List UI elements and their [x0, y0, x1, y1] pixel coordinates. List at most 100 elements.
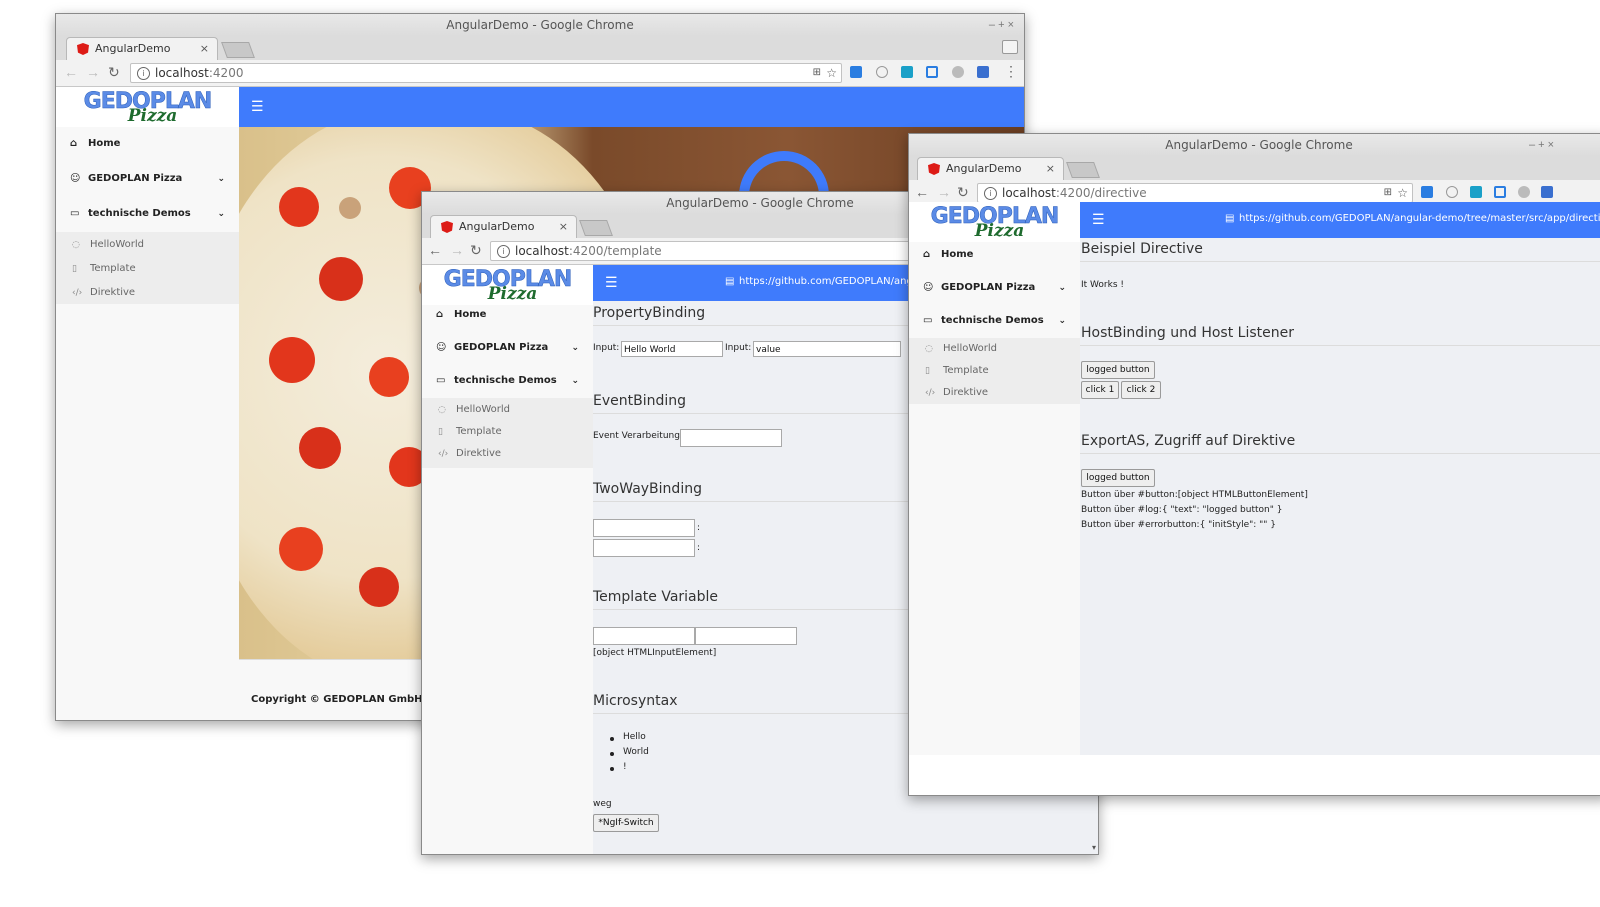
github-link[interactable]: https://github.com/GEDOPLAN/angular-demo… — [1239, 213, 1600, 224]
sidebar-item-helloworld[interactable]: ◌ HelloWorld — [909, 338, 1080, 360]
extension-icon[interactable] — [1494, 186, 1506, 198]
laptop-icon: ▭ — [70, 208, 80, 219]
sidebar-item-template[interactable]: ▯ Template — [56, 258, 239, 280]
top-navbar: ☰ ▤ https://github.com/GEDOPLAN/angular-… — [1080, 202, 1600, 238]
nav-gedoplan-pizza[interactable]: ☺ GEDOPLAN Pizza ⌄ — [422, 331, 593, 365]
nav-gedoplan-pizza[interactable]: ☺ GEDOPLAN Pizza ⌄ — [56, 162, 239, 196]
nav-technische-demos[interactable]: ▭ technische Demos ⌄ — [56, 197, 239, 231]
logged-button[interactable]: logged button — [1081, 361, 1155, 379]
sidebar-item-helloworld[interactable]: ◌ HelloWorld — [56, 234, 239, 256]
translate-icon[interactable]: ⊞ — [813, 64, 821, 82]
forward-icon[interactable]: → — [937, 184, 951, 200]
shield-icon[interactable] — [876, 66, 888, 78]
close-icon[interactable]: × — [200, 38, 209, 60]
address-bar[interactable]: i localhost:4200 ☆ ⊞ — [130, 63, 842, 83]
click-2-button[interactable]: click 2 — [1121, 381, 1161, 399]
event-input[interactable] — [680, 429, 782, 447]
browser-window-directive: AngularDemo - Google Chrome – + × Angula… — [908, 133, 1600, 796]
code-icon: ‹/› — [72, 288, 83, 298]
sidebar-item-template[interactable]: ▯ Template — [422, 421, 593, 443]
gedoplan-logo[interactable]: GEDOPLAN Pizza — [56, 87, 239, 127]
extension-icon[interactable] — [1421, 186, 1433, 198]
gedoplan-logo[interactable]: GEDOPLAN Pizza — [909, 202, 1080, 242]
extension-icon[interactable] — [1541, 186, 1553, 198]
nav-label: technische Demos — [941, 315, 1044, 326]
sidebar-item-direktive[interactable]: ‹/› Direktive — [56, 282, 239, 304]
input-label: Input: — [593, 343, 620, 353]
extension-icon[interactable] — [952, 66, 964, 78]
reload-icon[interactable]: ↻ — [957, 184, 969, 201]
chevron-down-icon: ⌄ — [1058, 316, 1066, 326]
extension-icon[interactable] — [1470, 186, 1482, 198]
nav-gedoplan-pizza[interactable]: ☺ GEDOPLAN Pizza ⌄ — [909, 271, 1080, 305]
close-icon[interactable]: × — [559, 216, 568, 238]
nav-home[interactable]: ⌂ Home — [909, 238, 1080, 272]
nav-technische-demos[interactable]: ▭ technische Demos ⌄ — [909, 304, 1080, 338]
input-label: Input: — [725, 343, 752, 353]
back-icon[interactable]: ← — [428, 242, 442, 258]
extension-icon[interactable] — [1518, 186, 1530, 198]
directive-output: It Works ! — [1081, 280, 1124, 290]
nav-home[interactable]: ⌂ Home — [422, 298, 593, 332]
click-1-button[interactable]: click 1 — [1081, 381, 1119, 399]
reload-icon[interactable]: ↻ — [470, 242, 482, 259]
forward-icon[interactable]: → — [450, 242, 464, 258]
home-icon: ⌂ — [436, 309, 444, 320]
tab-strip: AngularDemo × — [909, 156, 1600, 180]
colon-text: : — [697, 543, 701, 553]
browser-tab[interactable]: AngularDemo × — [430, 215, 577, 238]
address-bar[interactable]: i localhost:4200/directive ☆ ⊞ — [977, 183, 1413, 203]
extension-icon[interactable] — [901, 66, 913, 78]
browser-tab[interactable]: AngularDemo × — [66, 37, 218, 60]
window-controls[interactable]: – + × — [1529, 134, 1554, 156]
forward-icon[interactable]: → — [86, 64, 100, 80]
hamburger-icon[interactable]: ☰ — [251, 98, 264, 115]
input-field[interactable]: Hello World — [621, 341, 723, 357]
sub-label: Direktive — [943, 387, 989, 398]
nav-technische-demos[interactable]: ▭ technische Demos ⌄ — [422, 364, 593, 398]
export-logged-button[interactable]: logged button — [1081, 469, 1155, 487]
templatevar-input-2[interactable] — [695, 627, 797, 645]
sidebar-item-direktive[interactable]: ‹/› Direktive — [422, 443, 593, 465]
new-tab-button[interactable] — [579, 220, 613, 236]
back-icon[interactable]: ← — [64, 64, 78, 80]
hamburger-icon[interactable]: ☰ — [605, 274, 618, 291]
menu-icon[interactable]: ⋮ — [1004, 63, 1018, 80]
document-icon: ▤ — [1225, 213, 1235, 224]
scroll-down-icon[interactable]: ▾ — [1092, 843, 1096, 852]
url-path: :4200 — [208, 66, 244, 80]
twoway-input-2[interactable] — [593, 539, 695, 557]
sidebar-item-direktive[interactable]: ‹/› Direktive — [909, 382, 1080, 404]
twoway-input-1[interactable] — [593, 519, 695, 537]
profile-icon[interactable] — [1002, 40, 1018, 54]
sidebar-item-helloworld[interactable]: ◌ HelloWorld — [422, 399, 593, 421]
browser-tab[interactable]: AngularDemo × — [917, 157, 1064, 180]
main-content: Beispiel Directive It Works ! HostBindin… — [1080, 238, 1600, 755]
shield-icon[interactable] — [1446, 186, 1458, 198]
star-icon[interactable]: ☆ — [1397, 184, 1408, 202]
extension-icon[interactable] — [977, 66, 989, 78]
input-field[interactable]: value — [753, 341, 901, 357]
star-icon[interactable]: ☆ — [826, 64, 837, 82]
window-title: AngularDemo - Google Chrome — [909, 134, 1600, 156]
subnav: ◌ HelloWorld ▯ Template ‹/› Direktive — [909, 338, 1080, 404]
hamburger-icon[interactable]: ☰ — [1092, 211, 1105, 228]
close-icon[interactable]: × — [1046, 158, 1055, 180]
new-tab-button[interactable] — [1066, 162, 1100, 178]
window-controls[interactable]: – + × — [989, 14, 1014, 36]
templatevar-input-1[interactable] — [593, 627, 695, 645]
top-navbar: ☰ — [239, 87, 1024, 127]
nav-home[interactable]: ⌂ Home — [56, 127, 239, 161]
browser-toolbar: ← → ↻ i localhost:4200 ☆ ⊞ ⋮ — [56, 60, 1024, 87]
ngif-switch-button[interactable]: *NgIf-Switch — [593, 814, 659, 832]
sub-label: Template — [90, 263, 136, 274]
extension-icon[interactable] — [926, 66, 938, 78]
back-icon[interactable]: ← — [915, 184, 929, 200]
file-icon: ▯ — [438, 427, 443, 437]
sidebar-item-template[interactable]: ▯ Template — [909, 360, 1080, 382]
reload-icon[interactable]: ↻ — [108, 64, 120, 81]
new-tab-button[interactable] — [221, 42, 255, 58]
translate-icon[interactable]: ⊞ — [1384, 184, 1392, 202]
extension-icon[interactable] — [850, 66, 862, 78]
section-title: Beispiel Directive — [1081, 241, 1203, 257]
